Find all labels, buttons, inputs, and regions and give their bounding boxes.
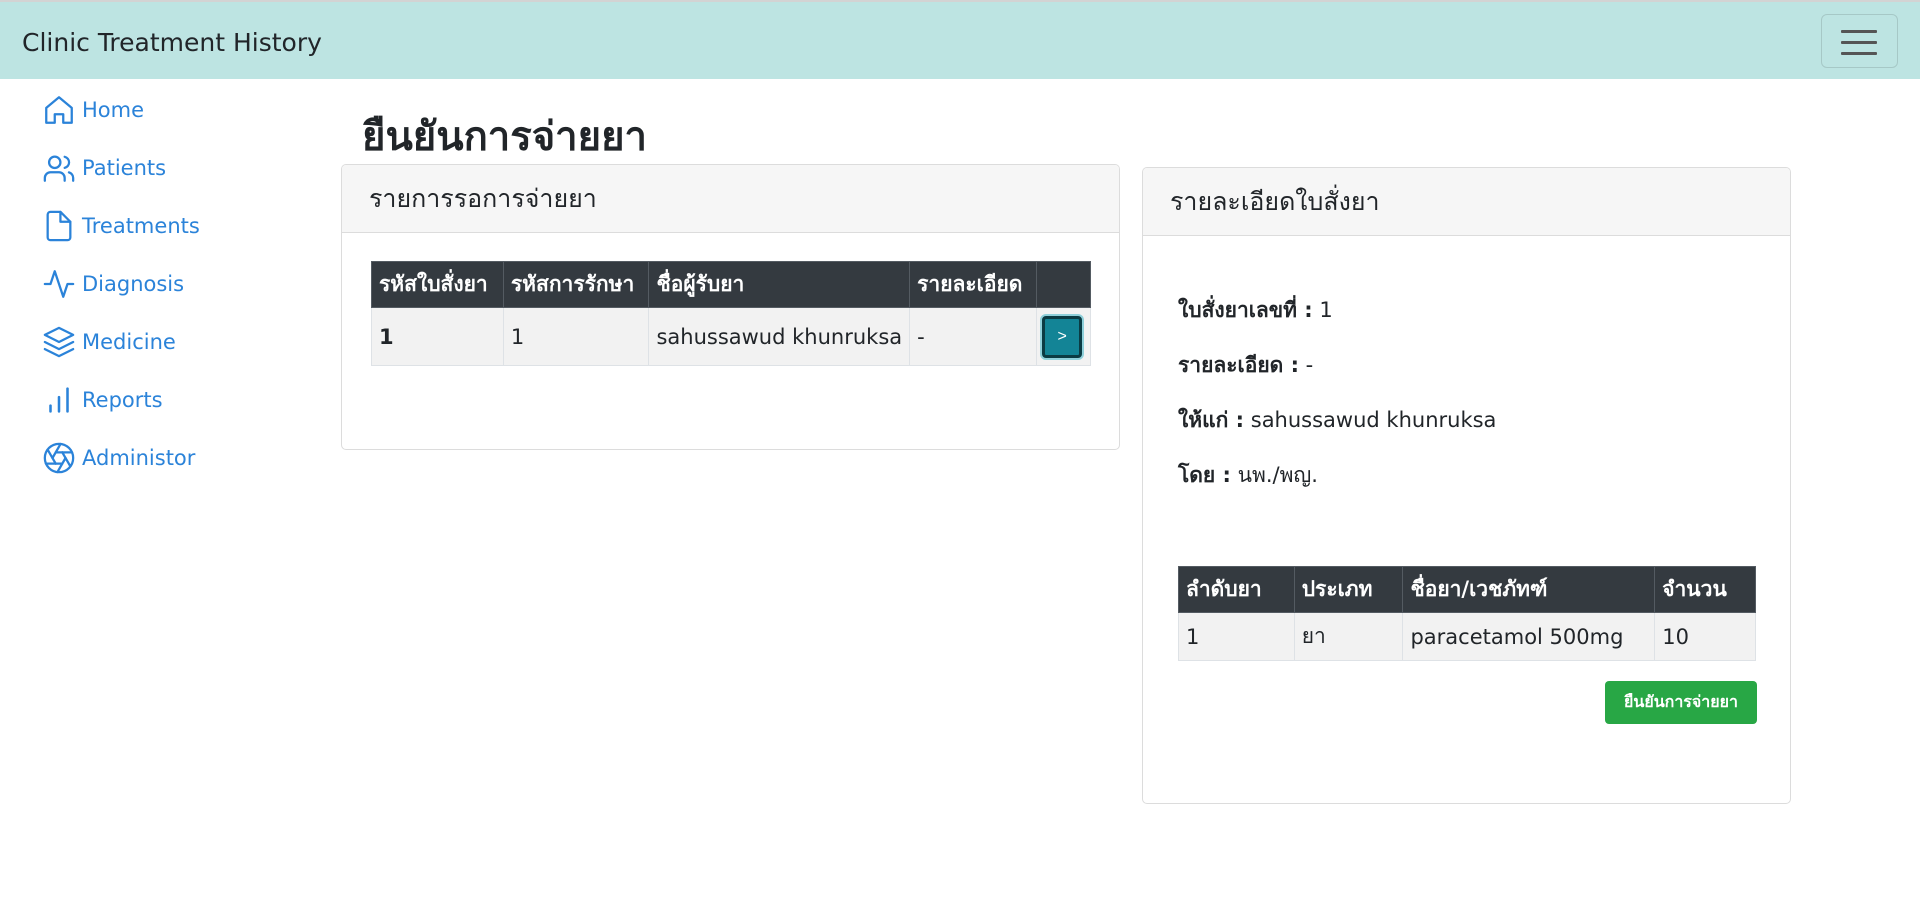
column-header: รหัสการรักษา xyxy=(502,261,650,308)
prescription-recipient-value: sahussawud khunruksa xyxy=(1250,408,1497,432)
sidebar-item-home[interactable]: Home xyxy=(42,90,144,130)
action-cell: > xyxy=(1036,307,1091,366)
table-row: 1 ยา paracetamol 500mg 10 xyxy=(1178,612,1756,661)
prescription-recipient-line: ให้แก่ : sahussawud khunruksa xyxy=(1178,404,1496,437)
recipient-cell: sahussawud khunruksa xyxy=(648,307,911,366)
pending-table: รหัสใบสั่งยา รหัสการรักษา ชื่อผู้รับยา ร… xyxy=(371,261,1091,366)
sidebar-item-diagnosis[interactable]: Diagnosis xyxy=(42,264,184,304)
prescription-detail-label: รายละเอียด : xyxy=(1178,353,1299,377)
menu-toggle-button[interactable] xyxy=(1821,14,1898,68)
sidebar-item-patients[interactable]: Patients xyxy=(42,148,166,188)
prescription-doctor-label: โดย : xyxy=(1178,463,1231,487)
sidebar-item-treatments[interactable]: Treatments xyxy=(42,206,200,246)
prescription-number-label: ใบสั่งยาเลขที่ : xyxy=(1178,298,1313,322)
confirm-dispense-button[interactable]: ยืนยันการจ่ายยา xyxy=(1605,681,1757,724)
prescription-doctor-value: นพ./พญ. xyxy=(1237,463,1318,487)
sidebar-item-reports[interactable]: Reports xyxy=(42,380,163,420)
column-header xyxy=(1036,261,1091,308)
bar-chart-icon xyxy=(49,387,69,413)
activity-icon xyxy=(43,270,75,298)
prescription-doctor-line: โดย : นพ./พญ. xyxy=(1178,459,1318,492)
column-header: รายละเอียด xyxy=(909,261,1038,308)
prescription-id-cell: 1 xyxy=(371,307,504,366)
column-header: จำนวน xyxy=(1654,566,1756,613)
item-name-cell: paracetamol 500mg xyxy=(1402,612,1656,661)
prescription-items-table: ลำดับยา ประเภท ชื่อยา/เวชภัทฑ์ จำนวน 1 ย… xyxy=(1178,566,1756,661)
sidebar-item-label: Medicine xyxy=(82,330,176,354)
column-header: ชื่อยา/เวชภัทฑ์ xyxy=(1402,566,1656,613)
pending-card-header: รายการรอการจ่ายยา xyxy=(342,165,1119,233)
sidebar-item-label: Diagnosis xyxy=(82,272,185,296)
prescription-detail-value: - xyxy=(1305,353,1314,377)
prescription-card-header: รายละเอียดใบสั่งยา xyxy=(1143,168,1790,236)
file-icon xyxy=(46,210,72,242)
item-qty-cell: 10 xyxy=(1654,612,1756,661)
layers-icon xyxy=(43,326,75,358)
column-header: รหัสใบสั่งยา xyxy=(371,261,504,308)
prescription-number-line: ใบสั่งยาเลขที่ : 1 xyxy=(1178,294,1333,327)
prescription-detail-line: รายละเอียด : - xyxy=(1178,349,1313,382)
table-header-row: ลำดับยา ประเภท ชื่อยา/เวชภัทฑ์ จำนวน xyxy=(1178,566,1756,613)
sidebar-item-label: Patients xyxy=(82,156,167,180)
sidebar-item-label: Administor xyxy=(82,446,196,470)
sidebar-item-administor[interactable]: Administor xyxy=(42,438,195,478)
item-type-cell: ยา xyxy=(1293,612,1404,661)
table-row: 1 1 sahussawud khunruksa - > xyxy=(371,307,1091,366)
prescription-recipient-label: ให้แก่ : xyxy=(1178,408,1245,432)
detail-cell: - xyxy=(909,307,1038,366)
view-prescription-button[interactable]: > xyxy=(1042,315,1083,358)
column-header: ประเภท xyxy=(1293,566,1404,613)
pending-dispense-card: รายการรอการจ่ายยา รหัสใบสั่งยา รหัสการรั… xyxy=(341,164,1120,450)
column-header: ลำดับยา xyxy=(1178,566,1295,613)
sidebar-item-label: Home xyxy=(82,98,145,122)
home-icon xyxy=(45,96,73,124)
treatment-id-cell: 1 xyxy=(502,307,650,366)
prescription-number-value: 1 xyxy=(1319,298,1333,322)
table-header-row: รหัสใบสั่งยา รหัสการรักษา ชื่อผู้รับยา ร… xyxy=(371,261,1091,308)
sidebar-item-medicine[interactable]: Medicine xyxy=(42,322,176,362)
prescription-detail-card: รายละเอียดใบสั่งยา ใบสั่งยาเลขที่ : 1 รา… xyxy=(1142,167,1791,804)
page-title: ยืนยันการจ่ายยา xyxy=(362,114,647,160)
users-icon xyxy=(43,155,75,182)
app-title[interactable]: Clinic Treatment History xyxy=(22,28,322,57)
column-header: ชื่อผู้รับยา xyxy=(648,261,911,308)
aperture-icon xyxy=(43,442,75,474)
sidebar-item-label: Treatments xyxy=(82,214,200,238)
hamburger-icon xyxy=(1841,30,1877,33)
sidebar-item-label: Reports xyxy=(82,388,163,412)
top-navbar: Clinic Treatment History xyxy=(0,0,1920,79)
item-order-cell: 1 xyxy=(1178,612,1295,661)
